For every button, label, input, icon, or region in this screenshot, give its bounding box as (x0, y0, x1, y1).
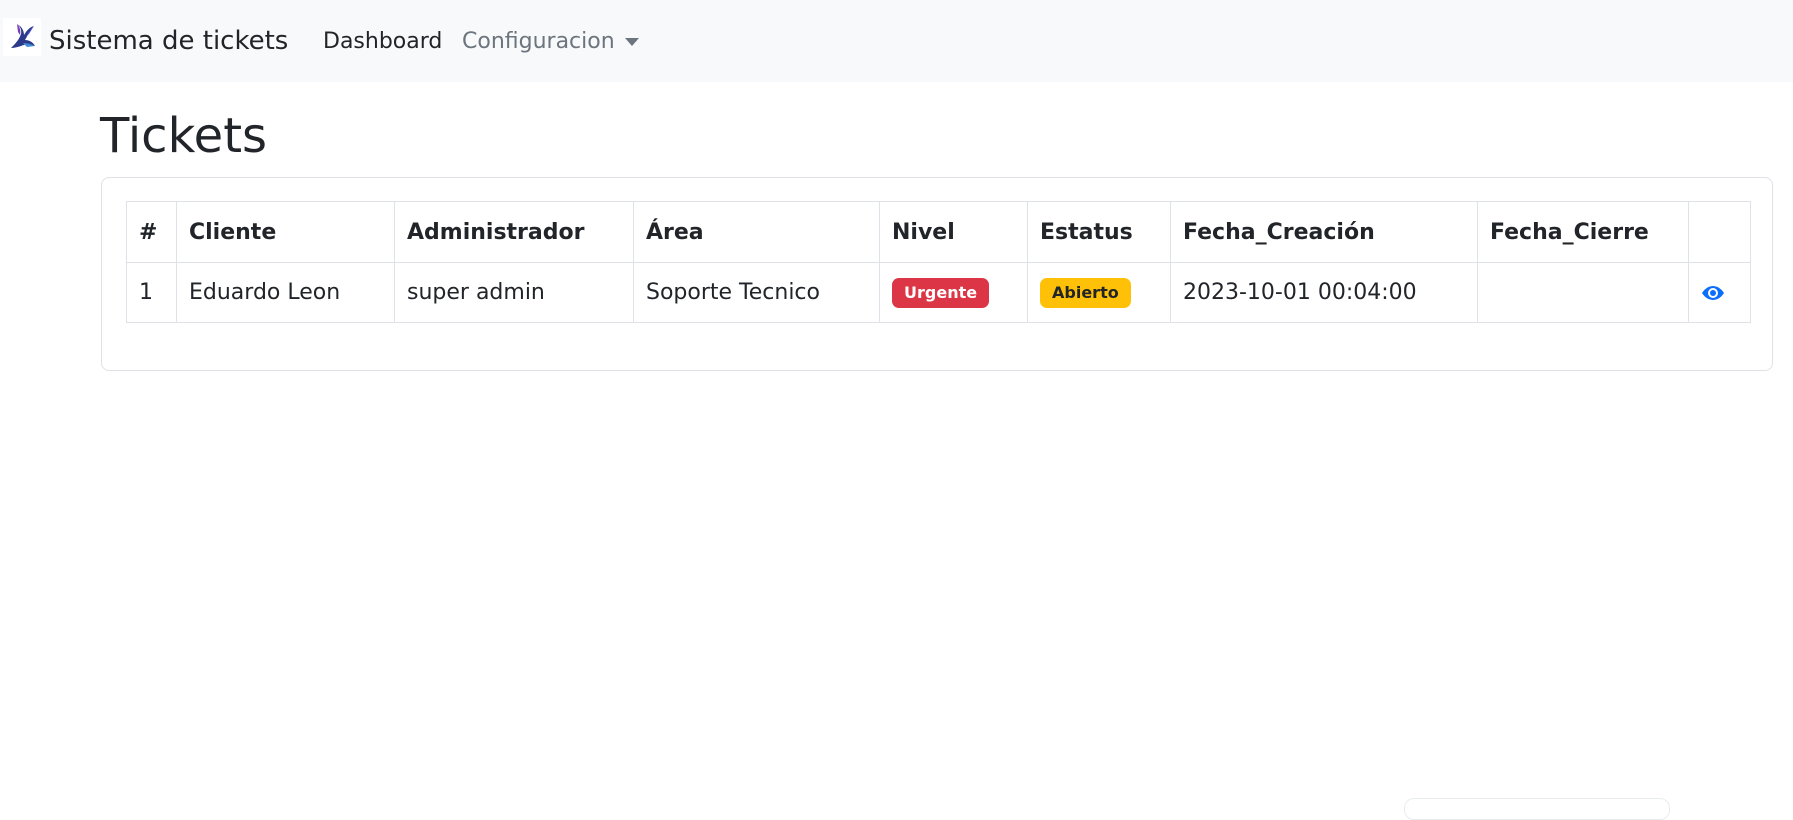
nav-dashboard-link[interactable]: Dashboard (323, 22, 442, 62)
header-fecha-cierre: Fecha_Cierre (1477, 201, 1689, 263)
cell-actions (1688, 262, 1751, 323)
bird-logo-icon[interactable] (3, 18, 41, 56)
nivel-badge: Urgente (892, 277, 990, 308)
header-nivel: Nivel (879, 201, 1028, 263)
header-fecha-creacion: Fecha_Creación (1170, 201, 1478, 263)
chevron-down-icon[interactable] (625, 38, 639, 46)
cell-id: 1 (126, 262, 177, 323)
cell-fecha-cierre (1477, 262, 1689, 323)
page-title: Tickets (100, 108, 268, 164)
header-cliente: Cliente (176, 201, 395, 263)
header-area: Área (633, 201, 880, 263)
cell-nivel: Urgente (879, 262, 1028, 323)
cell-area: Soporte Tecnico (633, 262, 880, 323)
cell-fecha-creacion: 2023-10-01 00:04:00 (1170, 262, 1478, 323)
brand-title[interactable]: Sistema de tickets (49, 20, 288, 62)
table-row: 1 Eduardo Leon super admin Soporte Tecni… (126, 262, 1751, 323)
tickets-table: # Cliente Administrador Área Nivel Estat… (126, 201, 1751, 323)
eye-icon[interactable] (1701, 281, 1725, 305)
header-estatus: Estatus (1027, 201, 1171, 263)
header-administrador: Administrador (394, 201, 634, 263)
header-number: # (126, 201, 177, 263)
bottom-widget (1404, 798, 1670, 820)
cell-administrador: super admin (394, 262, 634, 323)
table-header-row: # Cliente Administrador Área Nivel Estat… (126, 201, 1751, 263)
top-navbar: Sistema de tickets Dashboard Configuraci… (0, 0, 1793, 82)
status-badge: Abierto (1040, 277, 1131, 308)
cell-cliente: Eduardo Leon (176, 262, 395, 323)
header-actions (1688, 201, 1751, 263)
cell-estatus: Abierto (1027, 262, 1171, 323)
nav-configuracion-dropdown[interactable]: Configuracion (462, 22, 615, 62)
